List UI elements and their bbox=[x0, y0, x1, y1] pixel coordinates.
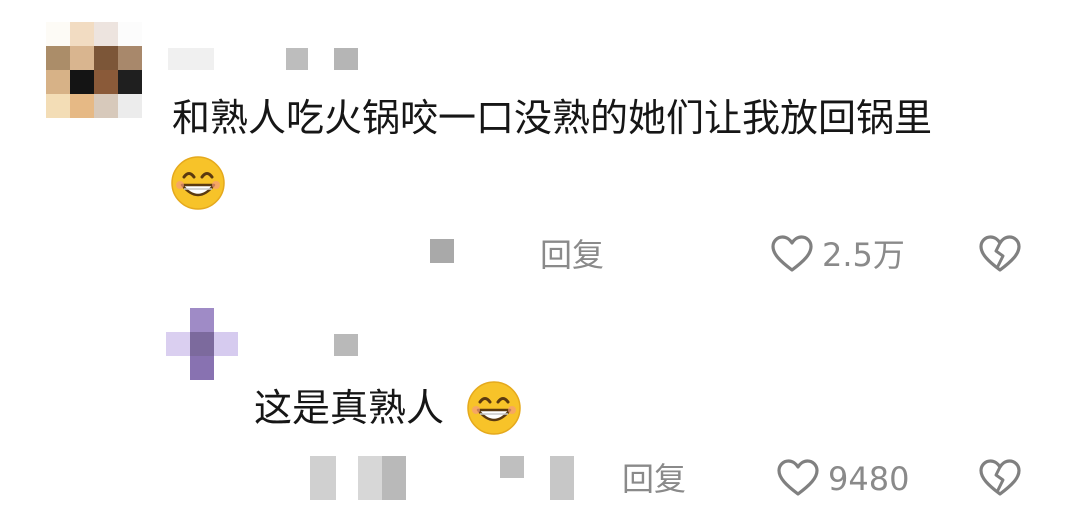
grinning-sweat-face-icon bbox=[467, 381, 521, 435]
avatar[interactable] bbox=[166, 308, 238, 382]
broken-heart-icon[interactable] bbox=[978, 458, 1022, 498]
username-redacted[interactable] bbox=[334, 334, 358, 356]
broken-heart-icon[interactable] bbox=[978, 234, 1022, 274]
avatar[interactable] bbox=[46, 22, 142, 118]
reply-button[interactable]: 回复 bbox=[622, 459, 686, 499]
comment-text: 和熟人吃火锅咬一口没熟的她们让我放回锅里 bbox=[172, 96, 933, 140]
timestamp-redacted bbox=[310, 452, 576, 500]
reply-button[interactable]: 回复 bbox=[540, 235, 604, 275]
comment-text: 这是真熟人 bbox=[254, 386, 445, 430]
username-redacted[interactable] bbox=[168, 46, 364, 72]
timestamp-redacted bbox=[430, 239, 454, 263]
heart-outline-icon[interactable] bbox=[776, 458, 820, 498]
grinning-sweat-face-icon bbox=[171, 156, 225, 210]
like-count: 9480 bbox=[828, 460, 910, 498]
heart-outline-icon[interactable] bbox=[770, 234, 814, 274]
like-count: 2.5万 bbox=[822, 236, 905, 274]
